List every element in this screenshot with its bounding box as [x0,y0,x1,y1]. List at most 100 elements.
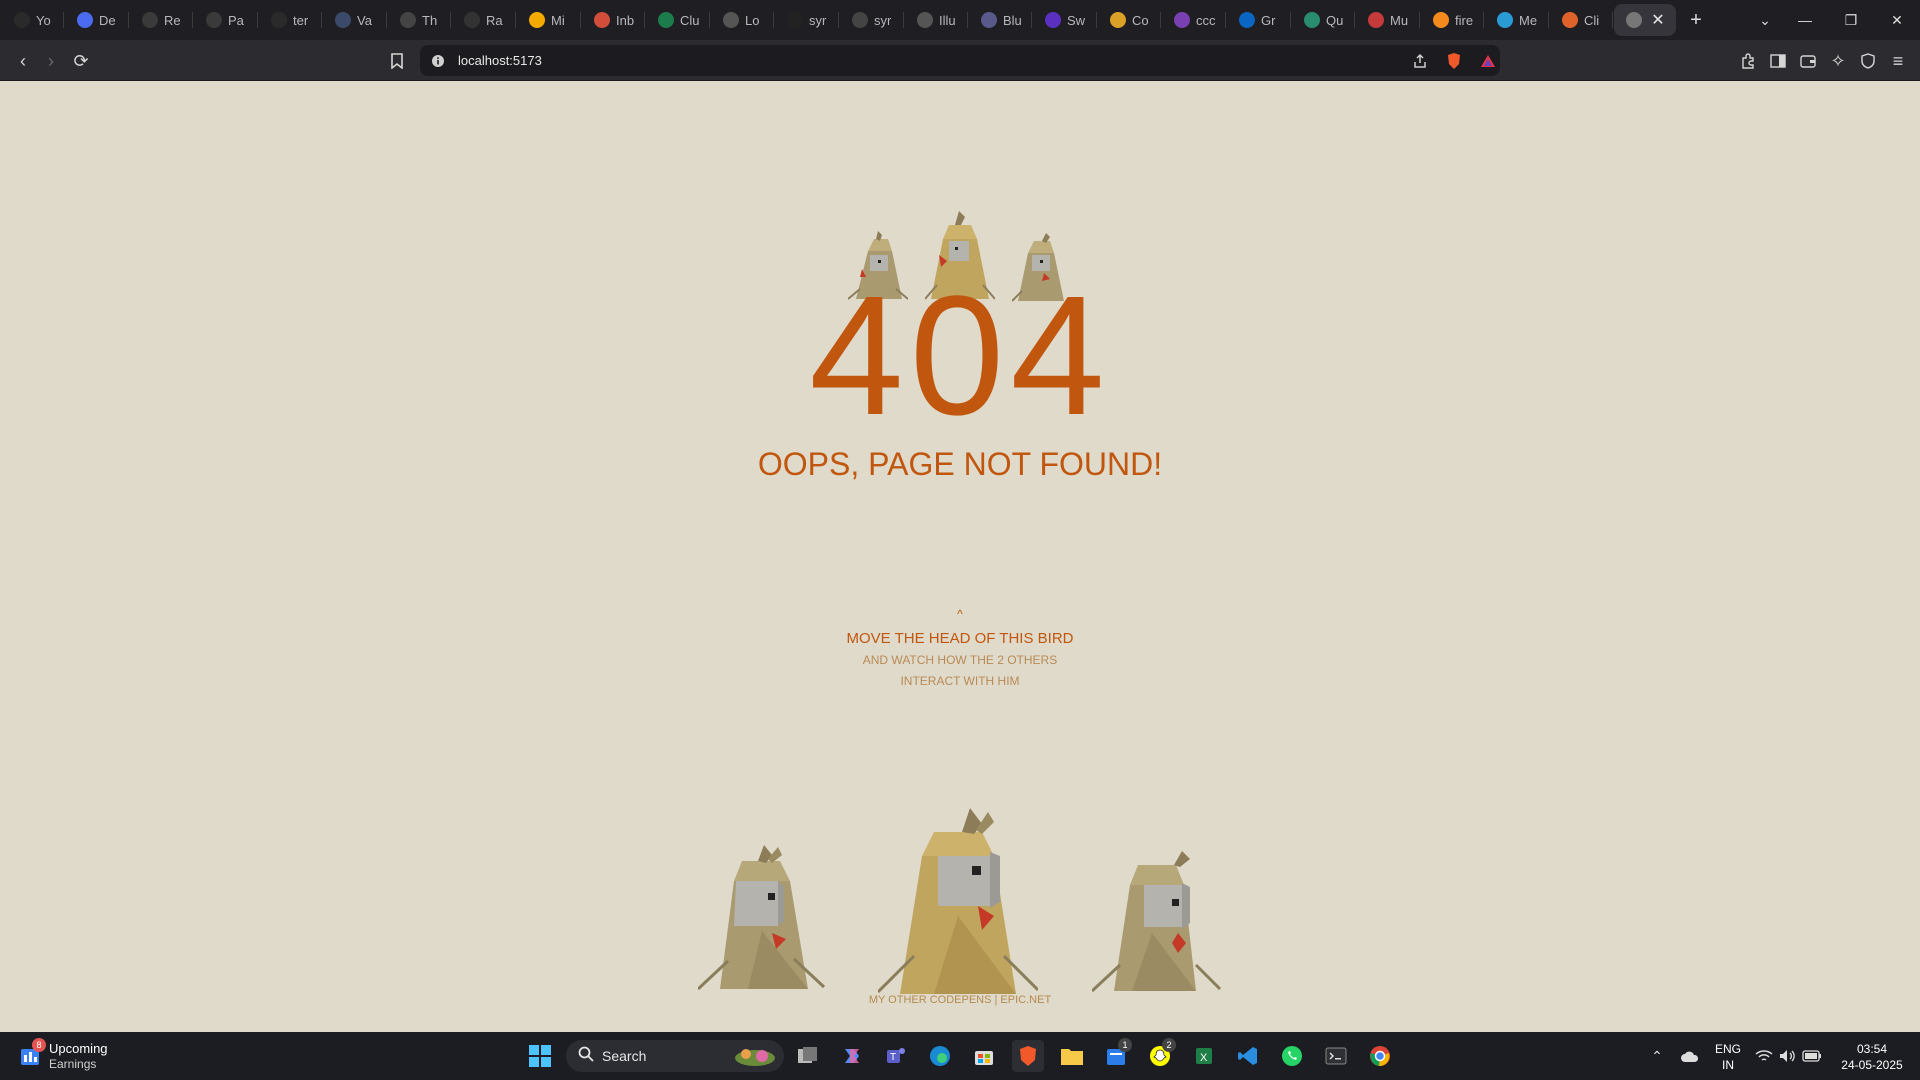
excel-icon[interactable]: X [1188,1040,1220,1072]
menu-icon[interactable]: ≡ [1885,48,1911,74]
tab-7[interactable]: Ra [452,4,516,36]
tab-label: Yo [36,12,51,28]
search-highlight-icon [732,1044,778,1071]
tab-5[interactable]: Va [323,4,387,36]
site-info-icon[interactable] [428,51,448,71]
tab-2[interactable]: Re [130,4,193,36]
tab-separator [1031,12,1032,28]
reload-button[interactable]: ⟳ [68,48,94,74]
tab-label: Cli [1584,12,1600,28]
onedrive-icon[interactable] [1674,1040,1706,1072]
store-icon[interactable] [968,1040,1000,1072]
tab-11[interactable]: Lo [711,4,774,36]
tab-16[interactable]: Sw [1033,4,1097,36]
start-button[interactable] [524,1040,556,1072]
clock-date: 24-05-2025 [1841,1058,1903,1072]
tab-separator [192,12,193,28]
footer-links[interactable]: MY OTHER CODEPENS | EPIC.NET [0,994,1920,1006]
minimize-button[interactable]: — [1790,6,1820,34]
tab-4[interactable]: ter [259,4,322,36]
region-indicator: IN [1722,1058,1734,1072]
brave-shields-icon[interactable] [1444,51,1464,71]
tab-21[interactable]: Mu [1356,4,1420,36]
tab-label: ter [293,12,309,28]
tab-label: syr [874,12,892,28]
nodes-icon [1562,12,1578,28]
tab-17[interactable]: Co [1098,4,1161,36]
tab-separator [386,12,387,28]
tab-20[interactable]: Qu [1292,4,1355,36]
fx-icon [1174,12,1190,28]
tab-label: ccc [1196,12,1216,28]
tab-separator [967,12,968,28]
tab-22[interactable]: fire [1421,4,1484,36]
tab-15[interactable]: Blu [969,4,1032,36]
language-indicator[interactable]: ENG [1712,1042,1744,1056]
teams-icon[interactable]: T [880,1040,912,1072]
tab-label: Th [422,12,438,28]
close-window-button[interactable]: ✕ [1882,6,1912,34]
vpn-shield-icon[interactable] [1855,48,1881,74]
tab-3[interactable]: Pa [194,4,258,36]
tab-label: Ra [486,12,503,28]
taskbar-search[interactable]: Search [566,1040,784,1072]
tab-separator [903,12,904,28]
leo-ai-icon[interactable]: ✧ [1825,48,1851,74]
tab-0[interactable]: Yo [2,4,64,36]
extensions-icon[interactable] [1735,48,1761,74]
tab-23[interactable]: Me [1485,4,1549,36]
link-icon [852,12,868,28]
vscode-icon[interactable] [1232,1040,1264,1072]
blue-icon [981,12,997,28]
clock-time[interactable]: 03:54 [1832,1042,1912,1056]
tab-separator [1290,12,1291,28]
tab-6[interactable]: Th [388,4,451,36]
tab-14[interactable]: Illu [905,4,968,36]
file-explorer-icon[interactable] [1056,1040,1088,1072]
tab-separator [1548,12,1549,28]
tab-13[interactable]: syr [840,4,904,36]
share-icon[interactable] [1410,51,1430,71]
tab-separator [257,12,258,28]
tab-separator [450,12,451,28]
sidebar-icon[interactable] [1765,48,1791,74]
tab-separator [580,12,581,28]
terminal-icon[interactable] [1320,1040,1352,1072]
forward-button[interactable]: › [38,48,64,74]
battery-icon[interactable] [1796,1040,1828,1072]
tab-1[interactable]: De [65,4,129,36]
bird-center[interactable] [878,796,1038,996]
search-label: Search [602,1048,647,1064]
widget-title[interactable]: Upcoming [49,1041,108,1056]
tray-overflow-icon[interactable]: ⌃ [1641,1040,1673,1072]
restore-button[interactable]: ❐ [1836,6,1866,34]
tab-search-icon[interactable]: ⌄ [1750,6,1780,34]
tab-10[interactable]: Clu [646,4,710,36]
tab-label: Qu [1326,12,1344,28]
tab-separator [321,12,322,28]
task-view-icon[interactable] [792,1040,824,1072]
chrome-icon[interactable] [1364,1040,1396,1072]
wallet-icon[interactable] [1795,48,1821,74]
tab-separator [515,12,516,28]
close-tab-icon[interactable]: ✕ [1648,8,1668,32]
tab-19[interactable]: Gr [1227,4,1291,36]
bookmark-icon[interactable] [384,48,410,74]
tab-8[interactable]: Mi [517,4,581,36]
new-tab-button[interactable]: + [1684,6,1708,34]
edge-icon[interactable] [924,1040,956,1072]
brave-rewards-icon[interactable] [1478,51,1498,71]
tab-18[interactable]: ccc [1162,4,1226,36]
address-bar[interactable]: localhost:5173 [420,45,1500,76]
brave-browser-icon[interactable] [1012,1040,1044,1072]
tab-separator [1225,12,1226,28]
back-button[interactable]: ‹ [10,48,36,74]
copilot-icon[interactable] [836,1040,868,1072]
tab-9[interactable]: Inb [582,4,645,36]
tab-label: Gr [1261,12,1276,28]
whatsapp-icon[interactable] [1276,1040,1308,1072]
tab-24[interactable]: Cli [1550,4,1613,36]
tab-separator [644,12,645,28]
tab-12[interactable]: syr [775,4,839,36]
loop-icon [723,12,739,28]
